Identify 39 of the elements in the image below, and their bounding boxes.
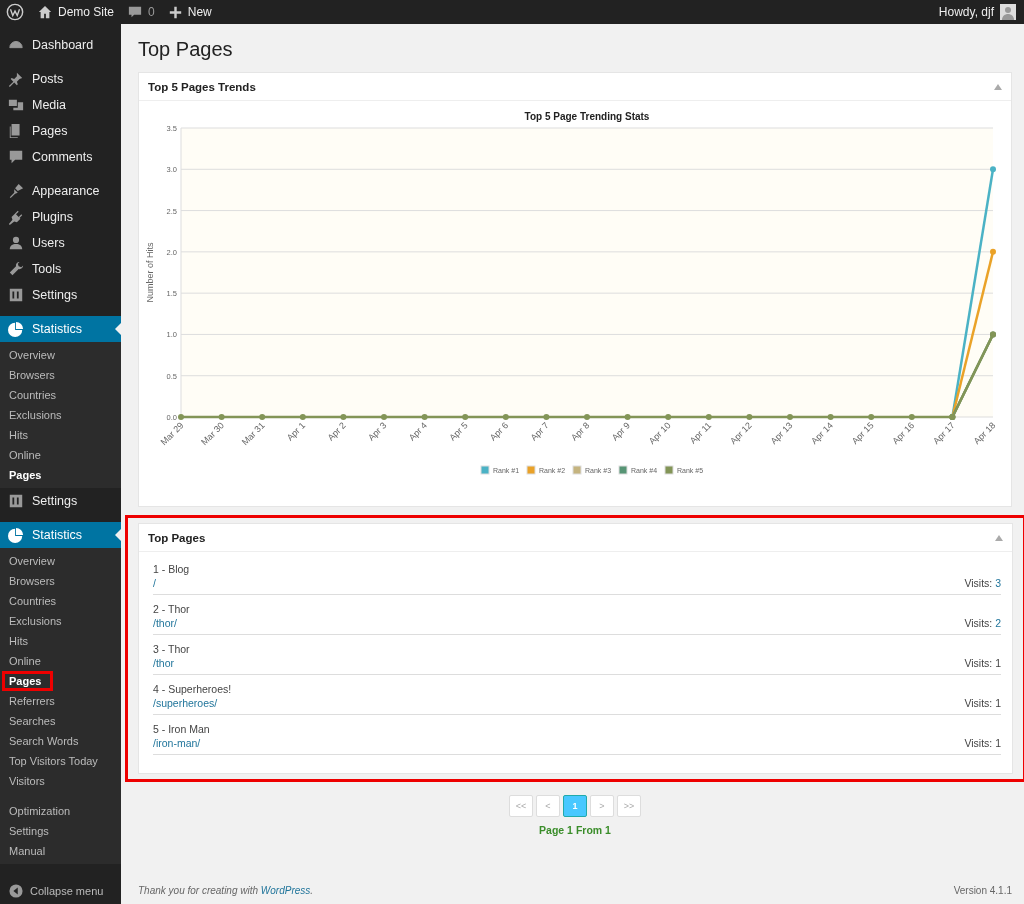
- x-tick-label: Apr 8: [569, 420, 592, 443]
- page-title-text: 4 - Superheroes!: [153, 683, 232, 695]
- x-tick-label: Apr 9: [609, 420, 632, 443]
- visits-count: Visits: 1: [964, 697, 1001, 709]
- footer-text: Thank you for creating with WordPress.: [138, 885, 314, 896]
- x-tick-label: Mar 30: [199, 420, 226, 448]
- x-tick-label: Apr 4: [406, 420, 429, 443]
- x-tick-label: Apr 2: [325, 420, 348, 443]
- page-title-text: 2 - Thor: [153, 603, 190, 615]
- x-tick-label: Apr 5: [447, 420, 470, 443]
- chart-title: Top 5 Page Trending Stats: [524, 111, 650, 122]
- x-tick-label: Apr 3: [366, 420, 389, 443]
- x-tick-label: Mar 31: [239, 420, 267, 448]
- visits-count: Visits: 1: [964, 657, 1001, 669]
- x-tick-label: Mar 29: [158, 420, 186, 448]
- y-axis-label: Number of Hits: [145, 242, 155, 303]
- x-tick-label: Apr 14: [809, 420, 835, 447]
- pagination-status: Page 1 From 1: [539, 824, 611, 836]
- x-tick-label: Apr 11: [687, 420, 714, 446]
- visits-count: Visits: 2: [964, 617, 1001, 629]
- page-title: Top Pages: [138, 38, 234, 61]
- x-tick-label: Apr 15: [849, 420, 876, 447]
- x-tick-label: Apr 1: [284, 420, 308, 443]
- x-tick-label: Apr 12: [728, 420, 754, 447]
- visits-count: Visits: 3: [964, 577, 1001, 589]
- x-tick-label: Apr 6: [487, 420, 511, 443]
- page-title-text: 3 - Thor: [153, 643, 190, 655]
- x-tick-label: Apr 18: [971, 420, 998, 447]
- x-tick-label: Apr 10: [646, 420, 673, 447]
- x-tick-label: Apr 13: [768, 420, 795, 447]
- panel-title: Top Pages: [148, 531, 206, 544]
- x-tick-label: Apr 17: [931, 420, 957, 447]
- page-title-text: 1 - Blog: [153, 563, 190, 575]
- panel-title: Top 5 Pages Trends: [148, 80, 256, 93]
- version-text: Version 4.1.1: [953, 885, 1012, 896]
- x-tick-label: Apr 7: [528, 420, 551, 443]
- visits-count: Visits: 1: [964, 737, 1001, 749]
- x-tick-label: Apr 16: [890, 420, 917, 447]
- page-title-text: 5 - Iron Man: [153, 723, 210, 735]
